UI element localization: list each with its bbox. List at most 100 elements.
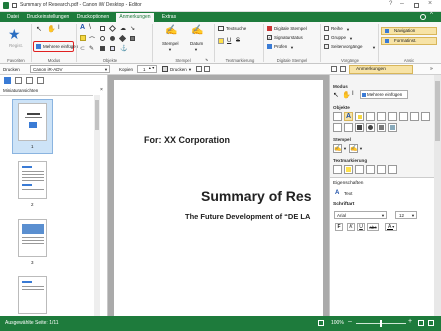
thumb-tab-icon-4[interactable]: [37, 77, 44, 84]
textsuche-button[interactable]: Textsuche: [226, 26, 246, 31]
fit-width-icon[interactable]: [428, 320, 434, 326]
pruefen-dropdown-icon[interactable]: ▼: [290, 45, 294, 50]
obj-line-icon[interactable]: [377, 112, 386, 121]
signaturstatus-label[interactable]: Signaturstatus: [274, 35, 303, 40]
zoom-out-button[interactable]: –: [348, 318, 352, 325]
line-icon[interactable]: \: [89, 24, 91, 31]
obj-hyperlink-icon[interactable]: [344, 123, 353, 132]
italic-button[interactable]: K: [347, 223, 355, 231]
tab-datei[interactable]: Datei: [4, 13, 22, 22]
highlight-icon[interactable]: [218, 38, 224, 44]
datum-pane-dropdown-icon[interactable]: ▼: [359, 146, 363, 151]
tm-marker-icon[interactable]: [377, 165, 386, 174]
obj-filled-ellipse-icon[interactable]: [366, 123, 375, 132]
obj-image-icon[interactable]: [388, 123, 397, 132]
datum-button[interactable]: Datum: [190, 41, 203, 46]
date-stamp-icon[interactable]: ✍: [191, 25, 203, 36]
thumb-tab-icon-2[interactable]: [15, 77, 22, 84]
anmerkungen-bar[interactable]: Anmerkungen: [349, 65, 413, 74]
obj-polygon-icon[interactable]: [421, 112, 430, 121]
star-icon[interactable]: ★: [8, 26, 21, 43]
tab-druckeinstellungen[interactable]: Druckeinstellungen: [26, 13, 70, 22]
obj-filled-rect-icon[interactable]: [355, 123, 364, 132]
tm-search-icon[interactable]: [333, 165, 342, 174]
mask-icon[interactable]: [130, 36, 135, 41]
maximize-button[interactable]: [414, 3, 419, 8]
regist-button[interactable]: Regist.: [9, 43, 23, 48]
tm-strike-icon[interactable]: [366, 165, 375, 174]
quick-save-icon[interactable]: [12, 3, 17, 8]
anmerkungen-toolbar-icon-2[interactable]: [340, 66, 346, 72]
rectangle-icon[interactable]: [100, 26, 105, 31]
anmerkungen-toolbar-icon-1[interactable]: [331, 66, 337, 72]
stempel-pane-dropdown-icon[interactable]: ▼: [343, 146, 347, 151]
obj-rectangle-icon[interactable]: [388, 112, 397, 121]
gruppe-button[interactable]: Gruppe: [331, 35, 346, 40]
sticky-note-icon[interactable]: [80, 35, 86, 41]
digitale-stempel-button[interactable]: Digitale Stempel: [274, 26, 307, 31]
tab-anmerkungen[interactable]: Anmerkungen: [116, 13, 154, 22]
hand-icon[interactable]: ✋: [47, 25, 56, 33]
polygon-icon[interactable]: [108, 24, 117, 33]
link-icon[interactable]: ⊂: [80, 45, 85, 52]
modus-hand-icon[interactable]: ✋: [342, 91, 351, 99]
bold-button[interactable]: F: [335, 223, 343, 231]
select-arrow-icon[interactable]: ↖: [36, 25, 42, 33]
toolbar-extra-icon[interactable]: [204, 66, 210, 72]
obj-link-icon[interactable]: [333, 123, 342, 132]
obj-arrow-icon[interactable]: [333, 112, 342, 121]
fit-page-icon[interactable]: [418, 320, 424, 326]
strikethrough-icon[interactable]: S: [236, 38, 240, 44]
reihe-button[interactable]: Reihe: [331, 26, 343, 31]
obj-text-icon[interactable]: A: [344, 112, 353, 121]
annotation-pane-scrollbar[interactable]: [434, 75, 441, 316]
font-color-button[interactable]: A ▼: [385, 223, 397, 231]
pen-icon[interactable]: ✎: [89, 45, 94, 52]
close-button[interactable]: ×: [428, 0, 432, 7]
zoom-slider[interactable]: [356, 320, 406, 327]
document-page[interactable]: For: XX Corporation Summary of Res The F…: [114, 80, 323, 316]
filled-ellipse-icon[interactable]: [110, 36, 115, 41]
kopien-input[interactable]: 1 ▲▼: [137, 65, 157, 73]
tm-underline-icon[interactable]: [355, 165, 364, 174]
gruppe-dropdown-icon[interactable]: ▼: [349, 36, 353, 41]
datum-icon[interactable]: ✍: [349, 144, 358, 153]
printer-select[interactable]: Canon iR-ADV ▼: [30, 65, 110, 73]
tab-druckoptionen[interactable]: Druckoptionen: [74, 13, 112, 22]
seitenvorgaenge-dropdown-icon[interactable]: ▼: [372, 45, 376, 50]
reihe-dropdown-icon[interactable]: ▼: [346, 27, 350, 32]
filled-rectangle-icon[interactable]: [100, 46, 105, 51]
seitenvorgaenge-button[interactable]: Seitenvorgänge: [331, 44, 363, 49]
text-box-icon[interactable]: A: [80, 24, 85, 31]
datum-dropdown-icon[interactable]: ▼: [194, 47, 198, 52]
obj-pen-icon[interactable]: [366, 112, 375, 121]
stempel-icon[interactable]: ✍: [333, 144, 342, 153]
thumbnails-scrollbar[interactable]: [94, 95, 100, 316]
toolbar-chevron-icon[interactable]: »: [430, 66, 433, 72]
modus-mehrere-button[interactable]: Mehrere einfügen: [360, 90, 408, 99]
hyperlink-icon[interactable]: ⚓: [120, 45, 127, 52]
mehrere-einfuegen-button[interactable]: Mehrere einfügen: [43, 44, 78, 49]
page-thumbnail-4[interactable]: [18, 276, 47, 314]
underline-icon[interactable]: U: [227, 38, 231, 44]
stempel-launcher-icon[interactable]: ⬊: [205, 57, 208, 62]
tm-highlight-icon[interactable]: [344, 165, 353, 174]
modus-text-icon[interactable]: I: [352, 91, 354, 97]
cloud-icon[interactable]: ☁: [120, 25, 126, 32]
font-select[interactable]: Arial ▼: [334, 211, 387, 219]
zoom-in-button[interactable]: +: [408, 318, 412, 325]
ribbon-collapse-icon[interactable]: ^: [430, 12, 433, 18]
image-icon[interactable]: [110, 46, 115, 51]
modus-select-icon[interactable]: ↖: [333, 91, 339, 99]
obj-mask-icon[interactable]: [377, 123, 386, 132]
stempel-dropdown-icon[interactable]: ▼: [168, 47, 172, 52]
ribbon-settings-icon[interactable]: [420, 14, 426, 20]
tm-extra-icon[interactable]: [388, 165, 397, 174]
toolbar-grid-icon[interactable]: [196, 66, 202, 72]
obj-polyline-icon[interactable]: [410, 112, 419, 121]
text-select-icon[interactable]: I: [58, 25, 60, 31]
strikethrough-button[interactable]: abc: [367, 223, 379, 231]
page-thumbnail-3[interactable]: [18, 219, 47, 257]
stamp-icon[interactable]: ✍: [165, 25, 177, 36]
minimize-button[interactable]: –: [400, 0, 404, 7]
